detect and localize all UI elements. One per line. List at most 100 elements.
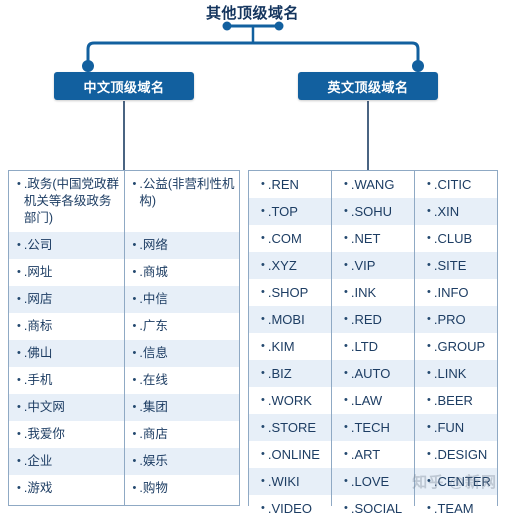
tld-list-item[interactable]: • .COM bbox=[249, 225, 331, 252]
tld-list-item[interactable]: • .商标 bbox=[9, 313, 124, 340]
tld-label: .ART bbox=[350, 447, 381, 462]
tld-list-item[interactable]: • .商城 bbox=[124, 259, 239, 286]
tld-label: .DESIGN bbox=[433, 447, 488, 462]
tld-list-item[interactable]: • .LAW bbox=[332, 387, 414, 414]
tld-label: .网址 bbox=[23, 265, 53, 279]
tld-list-item[interactable]: • .商店 bbox=[124, 421, 239, 448]
tld-list-item[interactable]: • .NET bbox=[332, 225, 414, 252]
tld-label: .CENTER bbox=[433, 474, 491, 489]
tld-label: .广东 bbox=[139, 319, 168, 333]
tld-list-item[interactable]: • .购物 bbox=[124, 475, 239, 502]
english-tld-column-2: • .WANG • .SOHU • .NET • .VIP • .INK • .RED • .LTD • .A… bbox=[331, 171, 414, 522]
chinese-tld-column-1: • .政务(中国党政群机关等各级政务部门) • .公司 • .网址 • .网店 • .商标 • .佛山… bbox=[9, 171, 124, 505]
tld-list-item[interactable]: • .TOP bbox=[249, 198, 331, 225]
tld-list-item[interactable]: • .中信 bbox=[124, 286, 239, 313]
tld-list-item[interactable]: • .WIKI bbox=[249, 468, 331, 495]
tld-list-item[interactable]: • .手机 bbox=[9, 367, 124, 394]
tld-list-item[interactable]: • .FUN bbox=[415, 414, 497, 441]
tld-list-item[interactable]: • .SITE bbox=[415, 252, 497, 279]
tld-list-item[interactable]: • .GROUP bbox=[415, 333, 497, 360]
tld-list-item[interactable]: • .PRO bbox=[415, 306, 497, 333]
bullet-icon: • bbox=[427, 421, 431, 433]
category-box-chinese-tld[interactable]: 中文顶级域名 bbox=[54, 72, 194, 100]
tld-label: .商城 bbox=[139, 265, 168, 279]
bullet-icon: • bbox=[427, 394, 431, 406]
tld-list-item[interactable]: • .VIDEO bbox=[249, 495, 331, 522]
tld-list-item[interactable]: • .INK bbox=[332, 279, 414, 306]
tld-list-item[interactable]: • .公司 bbox=[9, 232, 124, 259]
tld-list-item[interactable]: • .TEAM bbox=[415, 495, 497, 522]
tld-list-item[interactable]: • .VIP bbox=[332, 252, 414, 279]
tld-list-item[interactable]: • .娱乐 bbox=[124, 448, 239, 475]
tld-list-item[interactable]: • .XYZ bbox=[249, 252, 331, 279]
tld-label: .SITE bbox=[433, 258, 467, 273]
tld-list-item[interactable]: • .网络 bbox=[124, 232, 239, 259]
bullet-icon: • bbox=[261, 448, 265, 460]
tld-list-item[interactable]: • .REN bbox=[249, 171, 331, 198]
tld-list-item[interactable]: • .广东 bbox=[124, 313, 239, 340]
tld-label: .TEAM bbox=[433, 501, 474, 516]
tld-list-item[interactable]: • .CITIC bbox=[415, 171, 497, 198]
tld-label: .VIP bbox=[350, 258, 376, 273]
english-tld-column-1: • .REN • .TOP • .COM • .XYZ • .SHOP • .MOBI • .KIM • .B… bbox=[249, 171, 331, 522]
tld-list-item[interactable]: • .ONLINE bbox=[249, 441, 331, 468]
tld-list-item[interactable]: • .RED bbox=[332, 306, 414, 333]
tld-list-item[interactable]: • .KIM bbox=[249, 333, 331, 360]
connector-node-chinese bbox=[82, 60, 94, 72]
tld-list-item[interactable]: • .WANG bbox=[332, 171, 414, 198]
tld-label: .RED bbox=[350, 312, 382, 327]
bullet-icon: • bbox=[17, 401, 21, 413]
bullet-icon: • bbox=[344, 232, 348, 244]
tld-list-item[interactable]: • .企业 bbox=[9, 448, 124, 475]
tld-label: .VIDEO bbox=[267, 501, 312, 516]
tld-list-item[interactable]: • .STORE bbox=[249, 414, 331, 441]
tld-label: .LAW bbox=[350, 393, 383, 408]
tld-list-item[interactable]: • .LINK bbox=[415, 360, 497, 387]
tld-list-item[interactable]: • .INFO bbox=[415, 279, 497, 306]
tld-label: .购物 bbox=[139, 481, 168, 495]
tld-list-item[interactable]: • .政务(中国党政群机关等各级政务部门) bbox=[9, 171, 124, 232]
tld-list-item[interactable]: • .佛山 bbox=[9, 340, 124, 367]
tld-label: .CLUB bbox=[433, 231, 473, 246]
tld-list-item[interactable]: • .MOBI bbox=[249, 306, 331, 333]
tld-list-item[interactable]: • .CLUB bbox=[415, 225, 497, 252]
connector-dot-right bbox=[274, 21, 284, 31]
tld-label: .LTD bbox=[350, 339, 379, 354]
tld-list-item[interactable]: • .网址 bbox=[9, 259, 124, 286]
tld-label: .NET bbox=[350, 231, 381, 246]
bullet-icon: • bbox=[17, 347, 21, 359]
bullet-icon: • bbox=[17, 266, 21, 278]
tld-label: .TECH bbox=[350, 420, 390, 435]
bullet-icon: • bbox=[261, 259, 265, 271]
tld-list-item[interactable]: • .DESIGN bbox=[415, 441, 497, 468]
category-box-english-tld[interactable]: 英文顶级域名 bbox=[298, 72, 438, 100]
bullet-icon: • bbox=[261, 232, 265, 244]
tld-list-item[interactable]: • .信息 bbox=[124, 340, 239, 367]
tld-list-item[interactable]: • .BIZ bbox=[249, 360, 331, 387]
tld-list-item[interactable]: • .SOCIAL bbox=[332, 495, 414, 522]
tld-list-item[interactable]: • .在线 bbox=[124, 367, 239, 394]
tld-label: .MOBI bbox=[267, 312, 305, 327]
bullet-icon: • bbox=[17, 374, 21, 386]
tld-list-item[interactable]: • .CENTER bbox=[415, 468, 497, 495]
tld-list-item[interactable]: • .TECH bbox=[332, 414, 414, 441]
tld-label: .游戏 bbox=[23, 481, 53, 495]
tld-list-item[interactable]: • .AUTO bbox=[332, 360, 414, 387]
tld-list-item[interactable]: • .LOVE bbox=[332, 468, 414, 495]
tld-list-item[interactable]: • .ART bbox=[332, 441, 414, 468]
tld-list-item[interactable]: • .XIN bbox=[415, 198, 497, 225]
tld-list-item[interactable]: • .中文网 bbox=[9, 394, 124, 421]
tld-list-item[interactable]: • .公益(非营利性机构) bbox=[124, 171, 239, 232]
tld-list-item[interactable]: • .集团 bbox=[124, 394, 239, 421]
tld-list-item[interactable]: • .游戏 bbox=[9, 475, 124, 502]
tld-list-item[interactable]: • .SOHU bbox=[332, 198, 414, 225]
tld-label: .BIZ bbox=[267, 366, 292, 381]
tld-list-item[interactable]: • .BEER bbox=[415, 387, 497, 414]
tld-list-item[interactable]: • .网店 bbox=[9, 286, 124, 313]
tld-list-item[interactable]: • .WORK bbox=[249, 387, 331, 414]
tld-list-item[interactable]: • .我爱你 bbox=[9, 421, 124, 448]
bullet-icon: • bbox=[132, 482, 137, 494]
tld-list-item[interactable]: • .LTD bbox=[332, 333, 414, 360]
tld-label: .我爱你 bbox=[23, 427, 65, 441]
tld-list-item[interactable]: • .SHOP bbox=[249, 279, 331, 306]
